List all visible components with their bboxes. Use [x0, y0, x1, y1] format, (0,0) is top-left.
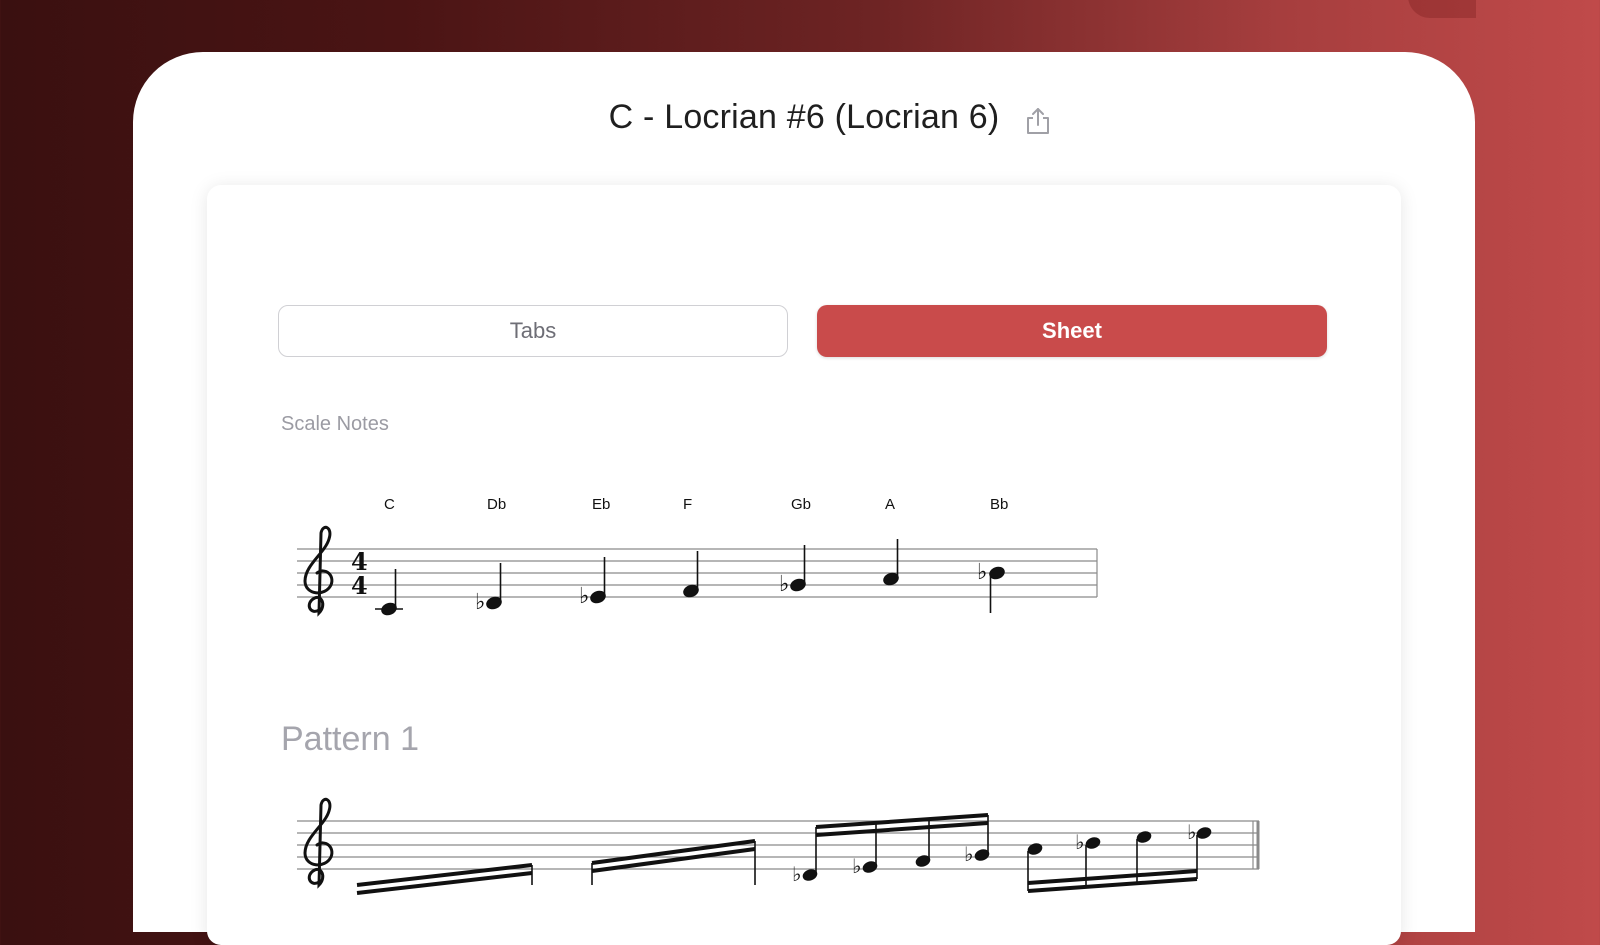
sheet-card: Tabs Sheet Scale Notes C Db Eb F Gb A Bb — [207, 185, 1401, 945]
svg-text:♭: ♭ — [852, 856, 861, 878]
share-button[interactable] — [1023, 106, 1053, 136]
page-title: C - Locrian #6 (Locrian 6) — [608, 98, 1000, 136]
pattern-treble-clef-icon — [303, 797, 334, 889]
window-corner-decoration — [1408, 0, 1476, 18]
share-icon — [1027, 108, 1049, 134]
pattern-notes: ♭ ♭ ♭ ♭ ♭ — [356, 813, 1212, 895]
app-window: C - Locrian #6 (Locrian 6) Tabs Sheet Sc… — [133, 52, 1475, 945]
pattern-staff-lines — [297, 820, 1260, 870]
svg-text:♭: ♭ — [1187, 822, 1196, 844]
svg-text:♭: ♭ — [792, 864, 801, 886]
pattern-staff: ♭ ♭ ♭ ♭ ♭ — [297, 797, 1260, 895]
svg-text:♭: ♭ — [1075, 832, 1084, 854]
svg-text:♭: ♭ — [964, 844, 973, 866]
